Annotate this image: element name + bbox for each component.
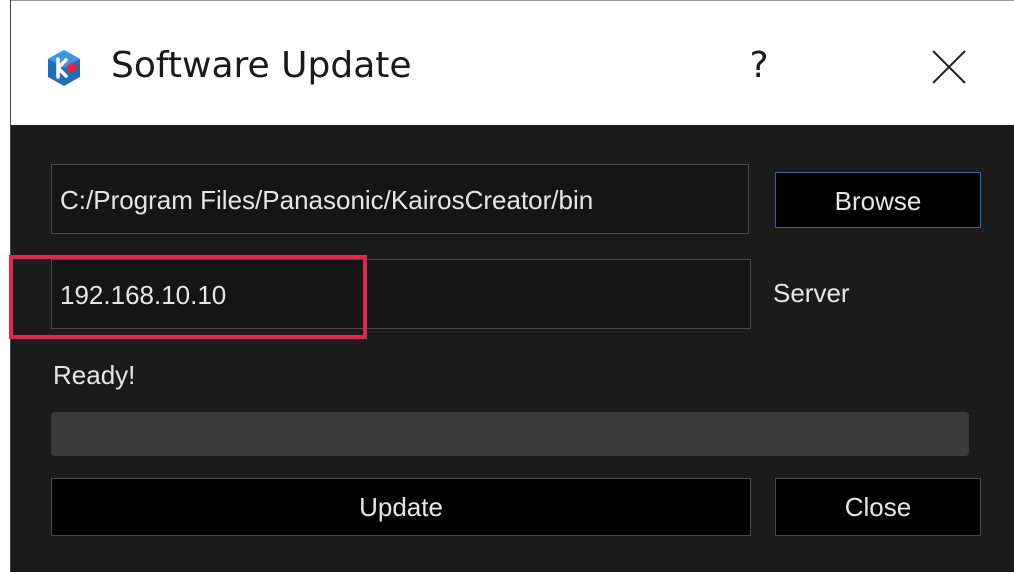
screen: Software Update ? C:/Program Files/Panas…: [0, 0, 1014, 572]
server-address-field[interactable]: 192.168.10.10: [51, 259, 751, 329]
status-text: Ready!: [53, 360, 136, 390]
server-label: Server: [773, 278, 850, 308]
kairos-app-icon: [48, 50, 80, 86]
window-title: Software Update: [111, 45, 412, 86]
close-button[interactable]: Close: [775, 478, 981, 536]
title-bar[interactable]: Software Update ?: [11, 0, 1014, 125]
progress-bar: [51, 412, 969, 456]
browse-button[interactable]: Browse: [775, 172, 981, 228]
install-path-field[interactable]: C:/Program Files/Panasonic/KairosCreator…: [51, 164, 749, 234]
close-icon[interactable]: [931, 49, 967, 85]
desktop-edge: [0, 0, 10, 572]
help-button[interactable]: ?: [739, 41, 779, 91]
update-button[interactable]: Update: [51, 478, 751, 536]
software-update-dialog: Software Update ? C:/Program Files/Panas…: [10, 0, 1014, 572]
